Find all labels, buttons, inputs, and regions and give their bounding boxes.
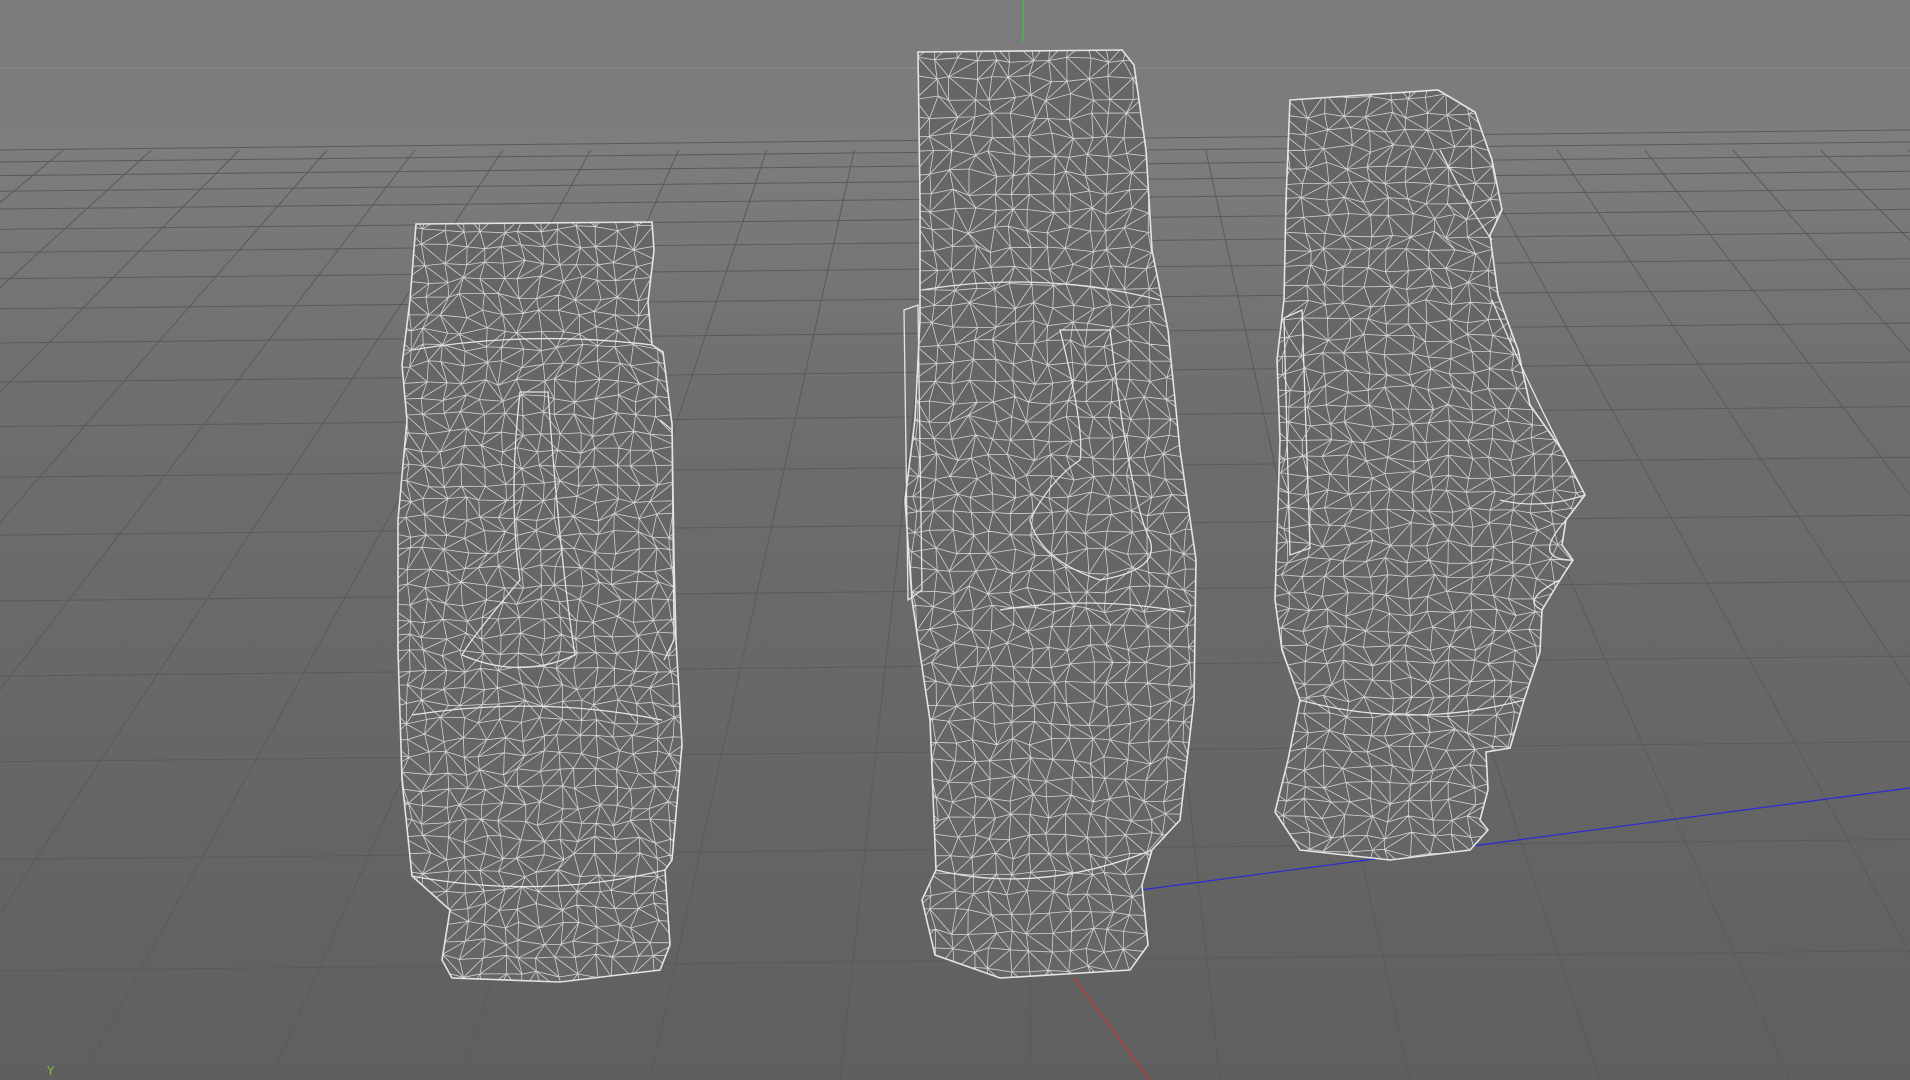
moai-statue-right[interactable]: [1260, 76, 1600, 874]
grid-line: [649, 149, 855, 1080]
x-axis-line: [1073, 977, 1151, 1080]
y-axis-label: Y: [47, 1064, 55, 1078]
grid-line: [0, 149, 152, 289]
grid-line: [0, 149, 240, 393]
moai-statue-left[interactable]: [384, 208, 697, 996]
z-axis-line: [1079, 787, 1910, 899]
grid-line: [0, 149, 64, 204]
grid-line: [0, 149, 416, 691]
grid-line: [0, 149, 328, 524]
scene-canvas[interactable]: [0, 0, 1910, 1080]
3d-viewport[interactable]: Y: [0, 0, 1910, 1080]
